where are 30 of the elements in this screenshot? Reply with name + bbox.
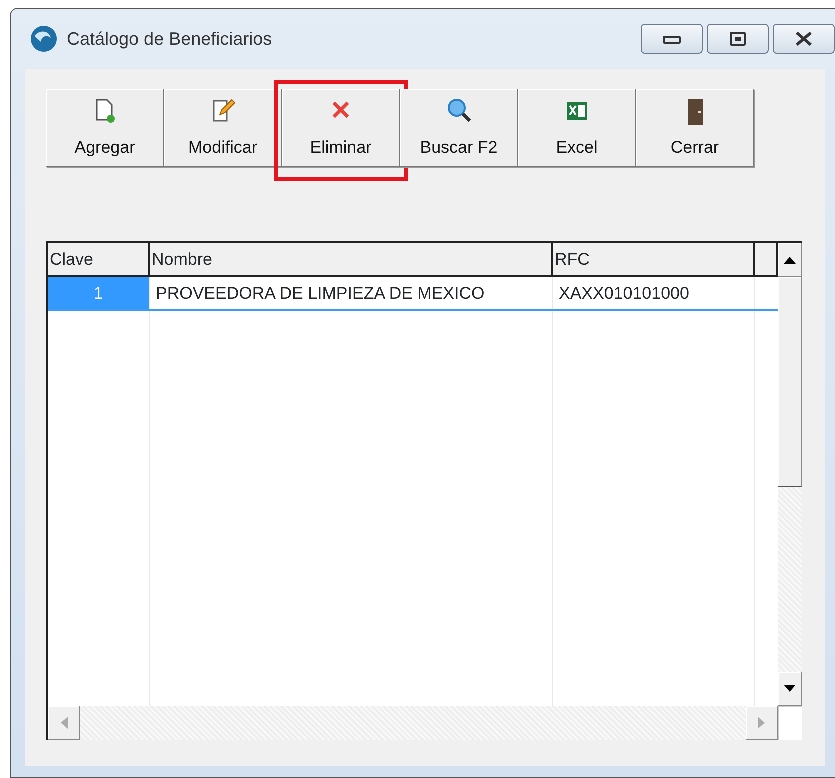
toolbar-button[interactable]: Eliminar xyxy=(282,89,400,167)
window-title: Catálogo de Beneficiarios xyxy=(67,28,272,51)
toolbar-button[interactable]: Buscar F2 xyxy=(400,89,518,167)
right-arrow-icon xyxy=(758,717,766,729)
horizontal-scrollbar[interactable] xyxy=(48,706,778,740)
scroll-down-button[interactable] xyxy=(778,672,802,706)
scrollbar-corner xyxy=(778,706,802,740)
vertical-scrollbar[interactable] xyxy=(778,243,802,706)
column-header[interactable]: Nombre xyxy=(150,243,553,276)
close-button[interactable] xyxy=(773,24,835,54)
up-arrow-icon xyxy=(784,256,796,264)
toolbar-button[interactable]: Agregar xyxy=(46,89,164,167)
down-arrow-icon xyxy=(784,685,796,693)
scroll-up-button[interactable] xyxy=(778,243,802,277)
table-row[interactable]: 1 PROVEEDORA DE LIMPIEZA DE MEXICO XAXX010101000 xyxy=(48,277,778,311)
table-cell: XAXX010101000 xyxy=(553,277,755,309)
maximize-button[interactable] xyxy=(707,24,769,54)
scroll-thumb[interactable] xyxy=(778,277,802,487)
toolbar-button[interactable]: Cerrar xyxy=(636,89,754,167)
toolbar-button[interactable]: Excel xyxy=(518,89,636,167)
left-arrow-icon xyxy=(60,717,68,729)
table-cell: 1 xyxy=(48,277,150,309)
app-logo-icon xyxy=(29,24,59,54)
scroll-left-button[interactable] xyxy=(48,706,80,740)
maximize-icon xyxy=(728,31,748,47)
minimize-button[interactable] xyxy=(641,24,703,54)
column-header[interactable]: RFC xyxy=(553,243,755,276)
toolbar-button[interactable]: Modificar xyxy=(164,89,282,167)
table-cell: PROVEEDORA DE LIMPIEZA DE MEXICO xyxy=(150,277,553,309)
close-icon xyxy=(794,31,814,47)
